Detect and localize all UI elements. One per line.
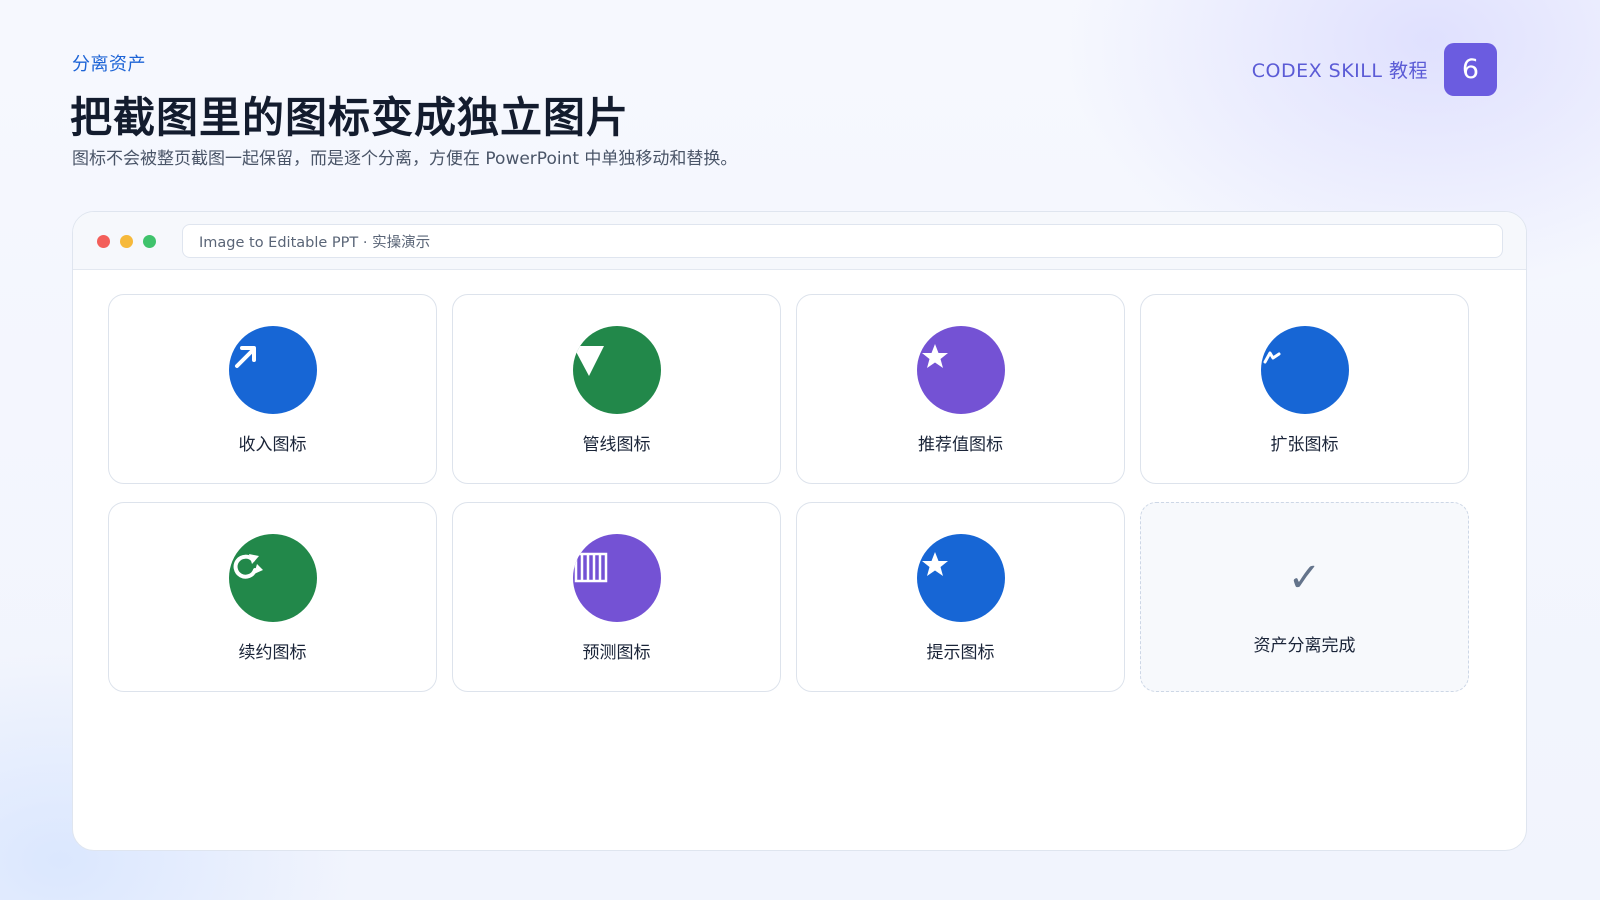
arrow-up-right-icon	[229, 326, 317, 414]
icon-card-nps[interactable]: 推荐值图标	[796, 294, 1125, 484]
lightning-icon	[1261, 326, 1349, 414]
window-title-bar: Image to Editable PPT · 实操演示	[73, 212, 1526, 270]
icon-card-hint[interactable]: 提示图标	[796, 502, 1125, 692]
maximize-window-dot[interactable]	[143, 235, 156, 248]
demo-window: Image to Editable PPT · 实操演示 收入图标 管线图标 推…	[72, 211, 1527, 851]
refresh-icon	[229, 534, 317, 622]
icon-card-expansion[interactable]: 扩张图标	[1140, 294, 1469, 484]
page-subtitle: 图标不会被整页截图一起保留，而是逐个分离，方便在 PowerPoint 中单独移…	[72, 149, 738, 169]
icon-card-pipeline[interactable]: 管线图标	[452, 294, 781, 484]
page-title: 把截图里的图标变成独立图片	[70, 93, 630, 142]
icon-card-revenue[interactable]: 收入图标	[108, 294, 437, 484]
address-bar[interactable]: Image to Editable PPT · 实操演示	[182, 224, 1503, 258]
close-window-dot[interactable]	[97, 235, 110, 248]
icon-card-label: 收入图标	[238, 435, 307, 455]
icon-card-label: 提示图标	[926, 643, 995, 663]
funnel-icon	[573, 326, 661, 414]
icon-card-forecast[interactable]: 预测图标	[452, 502, 781, 692]
brand-block: CODEX SKILL 教程 6	[1252, 43, 1497, 96]
page-number-badge: 6	[1444, 43, 1497, 96]
star-icon	[917, 326, 1005, 414]
star-icon	[917, 534, 1005, 622]
icon-card-renewal[interactable]: 续约图标	[108, 502, 437, 692]
bar-columns-icon	[573, 534, 661, 622]
checkmark-icon: ✓	[1287, 555, 1322, 601]
icon-card-label: 预测图标	[582, 643, 651, 663]
minimize-window-dot[interactable]	[120, 235, 133, 248]
separation-complete-label: 资产分离完成	[1253, 636, 1356, 656]
icon-card-label: 续约图标	[238, 643, 307, 663]
brand-text: CODEX SKILL 教程	[1251, 60, 1428, 82]
icon-card-label: 扩张图标	[1270, 435, 1339, 455]
icon-card-label: 推荐值图标	[918, 435, 1003, 455]
eyebrow-label: 分离资产	[72, 54, 146, 75]
separation-complete-card: ✓ 资产分离完成	[1140, 502, 1469, 692]
icon-card-label: 管线图标	[582, 435, 651, 455]
